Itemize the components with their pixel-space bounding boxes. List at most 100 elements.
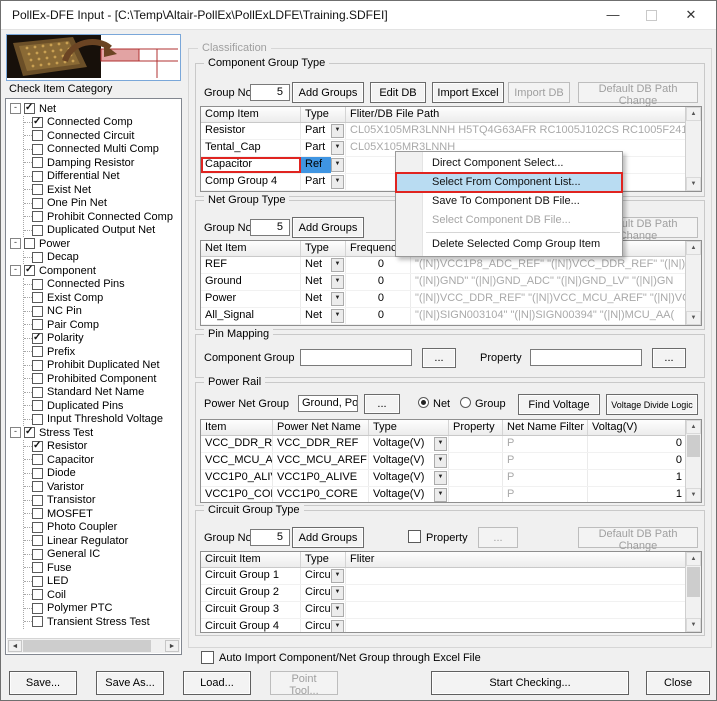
checkbox[interactable]: [32, 549, 43, 560]
power-net-name-cell[interactable]: VCC1P0_CORE: [273, 487, 369, 503]
expander-icon[interactable]: -: [10, 427, 21, 438]
dropdown-arrow-icon[interactable]: ▼: [331, 158, 344, 172]
checkbox[interactable]: [32, 616, 43, 627]
expander-icon[interactable]: -: [10, 265, 21, 276]
maximize-button[interactable]: [634, 1, 668, 29]
power-net-group-field[interactable]: Ground, Powe: [298, 395, 358, 412]
property-cell[interactable]: [449, 470, 503, 486]
type-cell[interactable]: Net▼: [301, 308, 346, 324]
property-browse-button[interactable]: ...: [478, 527, 518, 548]
vertical-scrollbar[interactable]: ▲ ▼: [685, 420, 701, 502]
tree-item[interactable]: General IC: [24, 548, 181, 562]
tree-item[interactable]: Polarity: [24, 332, 181, 346]
checkbox[interactable]: [32, 171, 43, 182]
checkbox[interactable]: [32, 400, 43, 411]
checkbox[interactable]: [24, 427, 35, 438]
checkbox[interactable]: [32, 387, 43, 398]
expander-icon[interactable]: -: [10, 103, 21, 114]
start-checking-button[interactable]: Start Checking...: [431, 671, 629, 695]
save-as-button[interactable]: Save As...: [96, 671, 164, 695]
type-cell[interactable]: Voltage(V)▼: [369, 487, 449, 503]
add-groups-button[interactable]: Add Groups: [292, 82, 364, 103]
filter-cell[interactable]: "(|N|)VCC_DDR_REF" "(|N|)VCC_MCU_AREF" "…: [411, 291, 688, 307]
voltage-divide-logic-button[interactable]: Voltage Divide Logic: [606, 394, 698, 415]
tree-item[interactable]: Connected Pins: [24, 278, 181, 292]
close-dialog-button[interactable]: Close: [646, 671, 710, 695]
voltage-cell[interactable]: 0: [588, 453, 688, 469]
checkbox[interactable]: [32, 292, 43, 303]
checkbox[interactable]: [32, 360, 43, 371]
vertical-scrollbar[interactable]: ▲ ▼: [685, 552, 701, 632]
property-field[interactable]: [530, 349, 642, 366]
type-cell[interactable]: Net▼: [301, 291, 346, 307]
tree-item-net[interactable]: - Net: [10, 102, 181, 116]
scroll-left-button[interactable]: ◄: [8, 640, 22, 652]
circuit-item-cell[interactable]: Circuit Group 3: [201, 602, 301, 618]
title-bar[interactable]: PollEx-DFE Input - [C:\Temp\Altair-PollE…: [1, 1, 716, 30]
filter-cell[interactable]: "(|N|)VCC1P8_ADC_REF" "(|N|)VCC_DDR_REF"…: [411, 257, 688, 273]
checkbox[interactable]: [32, 522, 43, 533]
power-net-group-browse-button[interactable]: ...: [364, 394, 400, 414]
scroll-up-button[interactable]: ▲: [686, 107, 701, 121]
type-cell[interactable]: Circuit▼: [301, 568, 346, 584]
comp-item-cell[interactable]: Resistor: [201, 123, 301, 139]
circuit-item-cell[interactable]: Circuit Group 2: [201, 585, 301, 601]
checkbox[interactable]: [32, 184, 43, 195]
close-button[interactable]: ✕: [674, 1, 708, 29]
menu-item-direct-component-select[interactable]: Direct Component Select...: [396, 154, 622, 173]
filter-cell[interactable]: CL05X105MR3LNNH H5TQ4G63AFR RC1005J102CS…: [346, 123, 688, 139]
checkbox[interactable]: [32, 319, 43, 330]
checkbox[interactable]: [32, 603, 43, 614]
scroll-right-button[interactable]: ►: [165, 640, 179, 652]
frequency-cell[interactable]: 0: [346, 274, 411, 290]
scroll-up-button[interactable]: ▲: [686, 552, 701, 566]
tree-item-stress-test[interactable]: - Stress Test: [10, 426, 181, 440]
property-browse-button[interactable]: ...: [652, 348, 686, 368]
tree-item[interactable]: Prohibited Component: [24, 372, 181, 386]
type-cell[interactable]: Part▼: [301, 174, 346, 190]
checkbox[interactable]: [32, 144, 43, 155]
dropdown-arrow-icon[interactable]: ▼: [331, 275, 344, 289]
checkbox[interactable]: [32, 198, 43, 209]
scroll-down-button[interactable]: ▼: [686, 488, 701, 502]
tree-item[interactable]: Pair Comp: [24, 318, 181, 332]
circuit-item-cell[interactable]: Circuit Group 4: [201, 619, 301, 633]
group-no-field[interactable]: 5: [250, 529, 290, 546]
scroll-up-button[interactable]: ▲: [686, 420, 701, 434]
checkbox[interactable]: [32, 117, 43, 128]
add-groups-button[interactable]: Add Groups: [292, 217, 364, 238]
checkbox[interactable]: [32, 252, 43, 263]
checkbox[interactable]: [32, 508, 43, 519]
net-name-filter-cell[interactable]: P: [503, 453, 588, 469]
property-cell[interactable]: [449, 453, 503, 469]
tree-item[interactable]: Coil: [24, 588, 181, 602]
checkbox[interactable]: [32, 589, 43, 600]
dropdown-arrow-icon[interactable]: ▼: [331, 620, 344, 633]
tree-item[interactable]: Duplicated Pins: [24, 399, 181, 413]
scroll-down-button[interactable]: ▼: [686, 618, 701, 632]
checkbox[interactable]: [32, 481, 43, 492]
dropdown-arrow-icon[interactable]: ▼: [331, 258, 344, 272]
tree-item[interactable]: Photo Coupler: [24, 521, 181, 535]
menu-item-select-component-db-file[interactable]: Select Component DB File...: [396, 211, 622, 230]
checkbox[interactable]: [32, 454, 43, 465]
scroll-thumb[interactable]: [687, 435, 700, 457]
tree-item[interactable]: Prohibit Duplicated Net: [24, 359, 181, 373]
tree-item[interactable]: Standard Net Name: [24, 386, 181, 400]
import-db-button[interactable]: Import DB: [508, 82, 570, 103]
checkbox[interactable]: [32, 495, 43, 506]
net-name-filter-cell[interactable]: P: [503, 487, 588, 503]
tree-item[interactable]: Resistor: [24, 440, 181, 454]
tree-item[interactable]: Varistor: [24, 480, 181, 494]
checkbox[interactable]: [32, 373, 43, 384]
checkbox[interactable]: [32, 211, 43, 222]
frequency-cell[interactable]: 0: [346, 257, 411, 273]
tree-item[interactable]: LED: [24, 575, 181, 589]
load-button[interactable]: Load...: [183, 671, 251, 695]
radio-group[interactable]: [460, 397, 471, 408]
menu-item-delete-selected-comp-group-item[interactable]: Delete Selected Comp Group Item: [396, 235, 622, 254]
tree-item-power[interactable]: - Power: [10, 237, 181, 251]
net-item-cell[interactable]: All_Signal: [201, 308, 301, 324]
tree-item[interactable]: Polymer PTC: [24, 602, 181, 616]
filter-cell[interactable]: "(|N|)SIGN003104" "(|N|)SIGN00394" "(|N|…: [411, 308, 688, 324]
